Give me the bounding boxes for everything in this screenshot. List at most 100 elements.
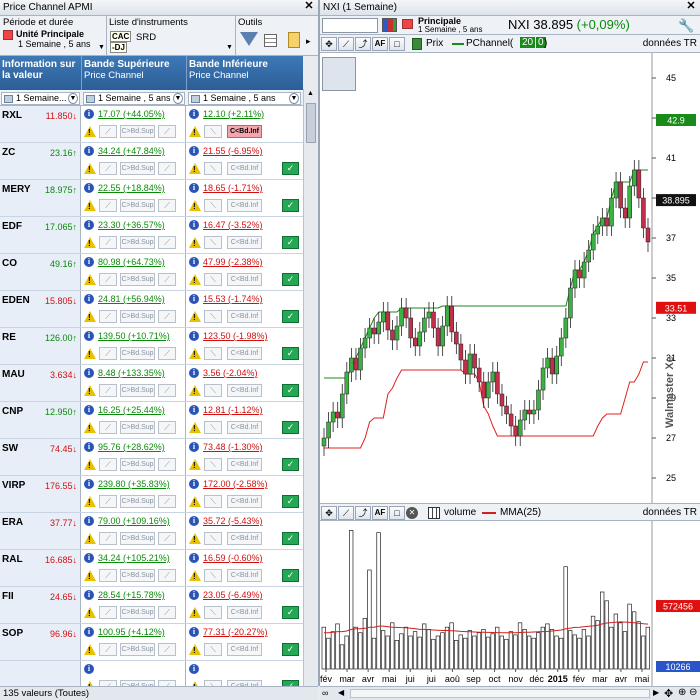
- warning-icon[interactable]: !: [84, 385, 96, 396]
- info-icon[interactable]: i: [189, 442, 199, 452]
- info-icon[interactable]: i: [84, 479, 94, 489]
- table-row[interactable]: ZC 23.16↑ i 34.24 (+47.84%)! ⟋ C>Bd.Sup ⟋ i 21.5…: [0, 143, 303, 180]
- info-icon[interactable]: i: [189, 664, 199, 674]
- info-icon[interactable]: i: [84, 590, 94, 600]
- close-left-panel-icon[interactable]: ✕: [303, 1, 315, 13]
- lower-band-value[interactable]: 21.55 (-6.95%): [203, 146, 263, 156]
- lower-band-value[interactable]: 35.72 (-5.43%): [203, 516, 263, 526]
- indicator-icon[interactable]: AF: [372, 506, 388, 520]
- mini-chart-icon[interactable]: ⟋: [158, 606, 176, 619]
- warning-icon[interactable]: !: [189, 607, 201, 618]
- warning-icon[interactable]: !: [189, 274, 201, 285]
- selector-upper[interactable]: 1 Semaine , 5 ans ▼: [83, 92, 185, 105]
- table-row[interactable]: EDF 17.065↑ i 23.30 (+36.57%)! ⟋ C>Bd.Sup ⟋ i 16…: [0, 217, 303, 254]
- upper-band-value[interactable]: 22.55 (+18.84%): [98, 183, 165, 193]
- upper-band-value[interactable]: 80.98 (+64.73%): [98, 257, 165, 267]
- info-icon[interactable]: i: [84, 664, 94, 674]
- wrench-icon[interactable]: 🔧: [678, 18, 694, 34]
- upper-band-value[interactable]: 239.80 (+35.83%): [98, 479, 170, 489]
- alert-below-button[interactable]: C<Bd.Inf: [227, 125, 262, 138]
- info-icon[interactable]: i: [189, 294, 199, 304]
- mini-chart-icon[interactable]: ⟍: [204, 310, 222, 323]
- ticker[interactable]: RE: [2, 332, 16, 343]
- warning-icon[interactable]: !: [84, 422, 96, 433]
- mini-chart-icon[interactable]: ⟍: [204, 569, 222, 582]
- ticker[interactable]: MAU: [2, 369, 25, 380]
- alert-above-button[interactable]: C>Bd.Sup: [120, 421, 155, 434]
- filter-icon[interactable]: [240, 32, 258, 46]
- upper-band-value[interactable]: 34.24 (+47.84%): [98, 146, 165, 156]
- warning-icon[interactable]: !: [84, 237, 96, 248]
- mini-chart-icon[interactable]: ⟋: [158, 458, 176, 471]
- mini-chart-icon[interactable]: ⟋: [158, 199, 176, 212]
- info-icon[interactable]: i: [84, 516, 94, 526]
- period-selector[interactable]: Unité Principale 1 Semaine , 5 ans ▼: [2, 28, 105, 54]
- ticker[interactable]: ERA: [2, 517, 23, 528]
- price-chart[interactable]: 252729313335373941434542.938.89533.51: [320, 53, 700, 503]
- zoom-out-icon[interactable]: ⊖: [689, 687, 697, 698]
- lower-band-value[interactable]: 172.00 (-2.58%): [203, 479, 268, 489]
- warning-icon[interactable]: !: [189, 163, 201, 174]
- mini-chart-icon[interactable]: ⟋: [158, 273, 176, 286]
- volume-chart[interactable]: 1200,0001000,000800,000600,000400,000200…: [320, 521, 700, 686]
- info-icon[interactable]: i: [84, 368, 94, 378]
- lower-band-value[interactable]: 18.65 (-1.71%): [203, 183, 263, 193]
- alert-below-button[interactable]: C<Bd.Inf: [227, 569, 262, 582]
- channel-param-1[interactable]: 20: [520, 37, 536, 48]
- crosshair-icon[interactable]: ✥: [321, 37, 337, 51]
- alert-below-button[interactable]: C<Bd.Inf: [227, 495, 262, 508]
- warning-icon[interactable]: !: [189, 644, 201, 655]
- mini-chart-icon[interactable]: ⟋: [99, 162, 117, 175]
- table-row[interactable]: ERA 37.77↓ i 79.00 (+109.16%)! ⟋ C>Bd.Sup ⟋ i 35…: [0, 513, 303, 550]
- scroll-thumb[interactable]: [306, 103, 316, 143]
- link-icon[interactable]: ∞: [322, 688, 328, 698]
- alert-ok-icon[interactable]: ✓: [282, 643, 299, 656]
- alert-above-button[interactable]: C>Bd.Sup: [120, 310, 155, 323]
- warning-icon[interactable]: !: [189, 385, 201, 396]
- volume-chart-area[interactable]: 1200,0001000,000800,000600,000400,000200…: [320, 521, 700, 686]
- upper-band-value[interactable]: 17.07 (+44.05%): [98, 109, 165, 119]
- mini-chart-icon[interactable]: ⟍: [204, 421, 222, 434]
- warning-icon[interactable]: !: [189, 570, 201, 581]
- square-icon[interactable]: □: [389, 37, 405, 51]
- alert-ok-icon[interactable]: ✓: [282, 236, 299, 249]
- lower-band-value[interactable]: 3.56 (-2.04%): [203, 368, 258, 378]
- mini-chart-icon[interactable]: ⟋: [99, 236, 117, 249]
- ticker[interactable]: ZC: [2, 147, 15, 158]
- upper-band-value[interactable]: 16.25 (+25.44%): [98, 405, 165, 415]
- zoom-in-icon[interactable]: ⊕: [678, 687, 686, 698]
- warning-icon[interactable]: !: [189, 459, 201, 470]
- trend-icon[interactable]: ⤴: [355, 37, 371, 51]
- mini-chart-icon[interactable]: ⟋: [99, 495, 117, 508]
- ticker[interactable]: SOP: [2, 628, 23, 639]
- table-row[interactable]: SW 74.45↓ i 95.76 (+28.62%)! ⟋ C>Bd.Sup ⟋ i 73.4…: [0, 439, 303, 476]
- warning-icon[interactable]: !: [84, 644, 96, 655]
- mini-chart-icon[interactable]: ⟍: [204, 606, 222, 619]
- mini-chart-icon[interactable]: ⟋: [158, 310, 176, 323]
- upper-band-value[interactable]: 95.76 (+28.62%): [98, 442, 165, 452]
- table-row[interactable]: EDEN 15.805↓ i 24.81 (+56.94%)! ⟋ C>Bd.Sup ⟋ i 1…: [0, 291, 303, 328]
- alert-ok-icon[interactable]: ✓: [282, 495, 299, 508]
- warning-icon[interactable]: !: [84, 274, 96, 285]
- info-icon[interactable]: i: [189, 405, 199, 415]
- warning-icon[interactable]: !: [84, 348, 96, 359]
- mini-chart-icon[interactable]: ⟋: [158, 125, 176, 138]
- info-icon[interactable]: i: [84, 331, 94, 341]
- alert-below-button[interactable]: C<Bd.Inf: [227, 421, 262, 434]
- square-icon[interactable]: □: [389, 506, 405, 520]
- table-row[interactable]: RE 126.00↑ i 139.50 (+10.71%)! ⟋ C>Bd.Sup ⟋ i 12…: [0, 328, 303, 365]
- alert-ok-icon[interactable]: ✓: [282, 421, 299, 434]
- books-icon[interactable]: [382, 18, 397, 32]
- mini-chart-icon[interactable]: ⟋: [158, 532, 176, 545]
- lower-band-value[interactable]: 16.59 (-0.60%): [203, 553, 263, 563]
- alert-above-button[interactable]: C>Bd.Sup: [120, 162, 155, 175]
- move-icon[interactable]: ✥: [664, 687, 673, 700]
- mini-chart-icon[interactable]: ⟍: [204, 273, 222, 286]
- info-icon[interactable]: i: [84, 257, 94, 267]
- chart-scrollbar[interactable]: ∞ ◀ ▶ ✥ ⊕ ⊖: [320, 686, 700, 700]
- lower-band-value[interactable]: 73.48 (-1.30%): [203, 442, 263, 452]
- info-icon[interactable]: i: [189, 109, 199, 119]
- warning-icon[interactable]: !: [84, 607, 96, 618]
- warning-icon[interactable]: !: [84, 126, 96, 137]
- column-header-lower[interactable]: Bande Inférieure Price Channel: [187, 56, 303, 90]
